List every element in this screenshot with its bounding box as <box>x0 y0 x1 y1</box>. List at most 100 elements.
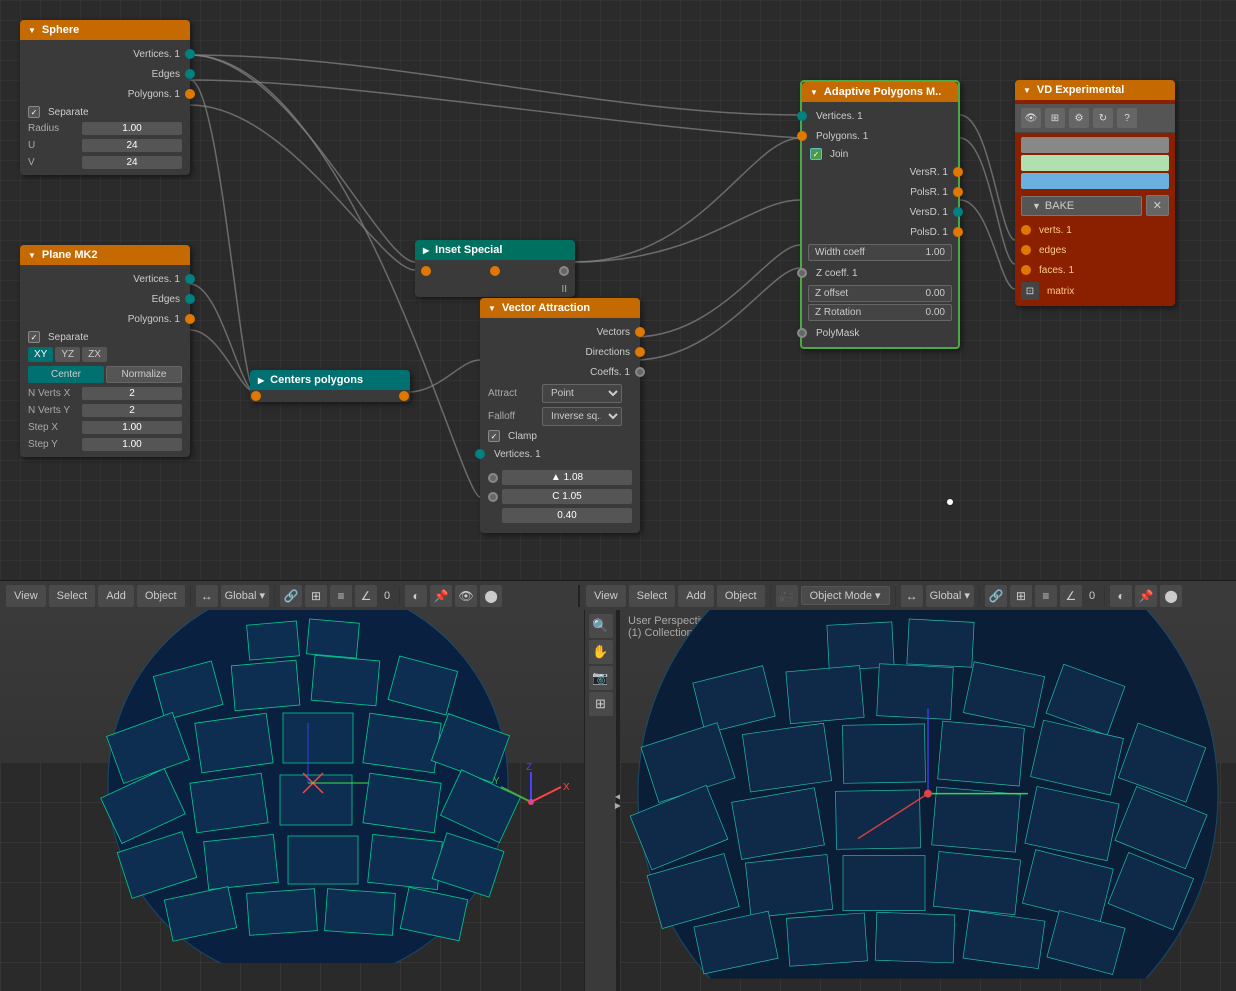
socket-vector-vectors-out[interactable] <box>635 327 645 337</box>
vector-val1[interactable]: ▲ 1.08 <box>502 470 632 485</box>
socket-vd-edges-in[interactable] <box>1021 245 1031 255</box>
socket-inset-in[interactable] <box>421 266 431 276</box>
global-dropdown-left[interactable]: Global ▾ <box>221 585 269 607</box>
pin-icon-right[interactable]: 📌 <box>1135 585 1157 607</box>
transform-icon-right[interactable]: ↔ <box>901 585 923 607</box>
angle-icon-right[interactable]: ∠ <box>1060 585 1082 607</box>
plane-nvy-value[interactable]: 2 <box>82 404 182 417</box>
eye-icon-left[interactable]: 👁 <box>455 585 477 607</box>
sphere-icon-left[interactable]: ⬤ <box>480 585 502 607</box>
vd-collapse-icon[interactable]: ▼ <box>1023 86 1031 95</box>
vector-attract-select[interactable]: Point <box>542 384 622 403</box>
falloff-icon-right[interactable]: ◐ <box>1110 585 1132 607</box>
object-btn-left[interactable]: Object <box>137 585 185 607</box>
adaptive-width-coeff[interactable]: Width coeff1.00 <box>808 244 952 261</box>
socket-vector-directions-out[interactable] <box>635 347 645 357</box>
socket-inset-out-1[interactable] <box>490 266 500 276</box>
sphere-u-value[interactable]: 24 <box>82 139 182 152</box>
object-mode-dropdown[interactable]: Object Mode ▾ <box>801 586 890 605</box>
socket-plane-vertices-out[interactable] <box>185 274 195 284</box>
tool-camera-left[interactable]: 📷 <box>589 666 613 690</box>
plane-separate-checkbox[interactable] <box>28 331 40 343</box>
tool-hand-left[interactable]: ✋ <box>589 640 613 664</box>
grid-icon-left[interactable]: ⊞ <box>305 585 327 607</box>
vd-gear-icon[interactable]: ⚙ <box>1069 108 1089 128</box>
add-btn-left[interactable]: Add <box>98 585 134 607</box>
adaptive-collapse-icon[interactable]: ▼ <box>810 88 818 97</box>
vd-refresh-icon[interactable]: ↻ <box>1093 108 1113 128</box>
sphere-radius-value[interactable]: 1.00 <box>82 122 182 135</box>
grid-icon-right[interactable]: ⊞ <box>1010 585 1032 607</box>
snap-icon-left[interactable]: ≡ <box>330 585 352 607</box>
socket-plane-edges-out[interactable] <box>185 294 195 304</box>
center-btn[interactable]: Center <box>28 366 104 383</box>
socket-vector-val1-in[interactable] <box>488 473 498 483</box>
viewport-left[interactable]: X Y Z 🔍 ✋ 📷 ⊞ <box>0 610 616 991</box>
socket-adaptive-polsr-out[interactable] <box>953 187 963 197</box>
socket-plane-polygons-out[interactable] <box>185 314 195 324</box>
vd-grid-icon[interactable]: ⊞ <box>1045 108 1065 128</box>
global-dropdown-right[interactable]: Global ▾ <box>926 585 974 607</box>
sphere-v-value[interactable]: 24 <box>82 156 182 169</box>
centers-collapse-icon[interactable]: ▶ <box>258 376 264 385</box>
axis-yz-btn[interactable]: YZ <box>55 347 80 362</box>
socket-sphere-polygons-out[interactable] <box>185 89 195 99</box>
socket-adaptive-zcoeff-in[interactable] <box>797 268 807 278</box>
adaptive-zrotation[interactable]: Z Rotation0.00 <box>808 304 952 321</box>
socket-inset-out-2[interactable] <box>559 266 569 276</box>
chain-icon-right[interactable]: 🔗 <box>985 585 1007 607</box>
socket-vector-coeffs-out[interactable] <box>635 367 645 377</box>
view-btn-right[interactable]: View <box>586 585 626 607</box>
plane-stepy-value[interactable]: 1.00 <box>82 438 182 451</box>
socket-adaptive-versr-out[interactable] <box>953 167 963 177</box>
vd-eye-icon[interactable]: 👁 <box>1021 108 1041 128</box>
sphere-collapse-icon[interactable]: ▼ <box>28 26 36 35</box>
tool-search-left[interactable]: 🔍 <box>589 614 613 638</box>
socket-adaptive-polsd-out[interactable] <box>953 227 963 237</box>
snap-icon-right[interactable]: ≡ <box>1035 585 1057 607</box>
bake-x-button[interactable]: ✕ <box>1146 195 1169 216</box>
vector-val2[interactable]: C 1.05 <box>502 489 632 504</box>
plane-stepx-value[interactable]: 1.00 <box>82 421 182 434</box>
add-btn-right[interactable]: Add <box>678 585 714 607</box>
sphere-icon-right[interactable]: ⬤ <box>1160 585 1182 607</box>
object-btn-right[interactable]: Object <box>717 585 765 607</box>
inset-collapse-icon[interactable]: ▶ <box>423 246 429 255</box>
select-btn-right[interactable]: Select <box>629 585 676 607</box>
vector-clamp-checkbox[interactable] <box>488 430 500 442</box>
socket-adaptive-vertices-in[interactable] <box>797 111 807 121</box>
socket-sphere-vertices-out[interactable] <box>185 49 195 59</box>
socket-sphere-edges-out[interactable] <box>185 69 195 79</box>
plane-nvx-value[interactable]: 2 <box>82 387 182 400</box>
vd-help-icon[interactable]: ? <box>1117 108 1137 128</box>
adaptive-join-checkbox[interactable] <box>810 148 822 160</box>
socket-centers-in[interactable] <box>251 391 261 401</box>
bake-button[interactable]: ▼ BAKE <box>1021 196 1142 216</box>
socket-adaptive-polygons-in[interactable] <box>797 131 807 141</box>
axis-zx-btn[interactable]: ZX <box>82 347 107 362</box>
adaptive-zoffset[interactable]: Z offset0.00 <box>808 285 952 302</box>
vector-collapse-icon[interactable]: ▼ <box>488 304 496 313</box>
view-btn-left[interactable]: View <box>6 585 46 607</box>
socket-centers-out[interactable] <box>399 391 409 401</box>
vector-val3[interactable]: 0.40 <box>502 508 632 523</box>
socket-adaptive-polymask-in[interactable] <box>797 328 807 338</box>
normalize-btn[interactable]: Normalize <box>106 366 182 383</box>
tool-grid-left[interactable]: ⊞ <box>589 692 613 716</box>
camera-icon-right[interactable]: 🎥 <box>776 585 798 607</box>
sphere-separate-checkbox[interactable] <box>28 106 40 118</box>
pin-icon-left[interactable]: 📌 <box>430 585 452 607</box>
viewport-right[interactable]: User Perspective (1) Collection <box>620 610 1236 991</box>
angle-icon-left[interactable]: ∠ <box>355 585 377 607</box>
vector-falloff-select[interactable]: Inverse sq.. <box>542 407 622 426</box>
socket-vector-vertices-in[interactable] <box>475 449 485 459</box>
transform-icon-left[interactable]: ↔ <box>196 585 218 607</box>
chain-icon-left[interactable]: 🔗 <box>280 585 302 607</box>
socket-vd-verts-in[interactable] <box>1021 225 1031 235</box>
socket-adaptive-versd-out[interactable] <box>953 207 963 217</box>
falloff-icon-left[interactable]: ◐ <box>405 585 427 607</box>
socket-vd-faces-in[interactable] <box>1021 265 1031 275</box>
axis-xy-btn[interactable]: XY <box>28 347 53 362</box>
plane-collapse-icon[interactable]: ▼ <box>28 251 36 260</box>
socket-vector-val2-in[interactable] <box>488 492 498 502</box>
